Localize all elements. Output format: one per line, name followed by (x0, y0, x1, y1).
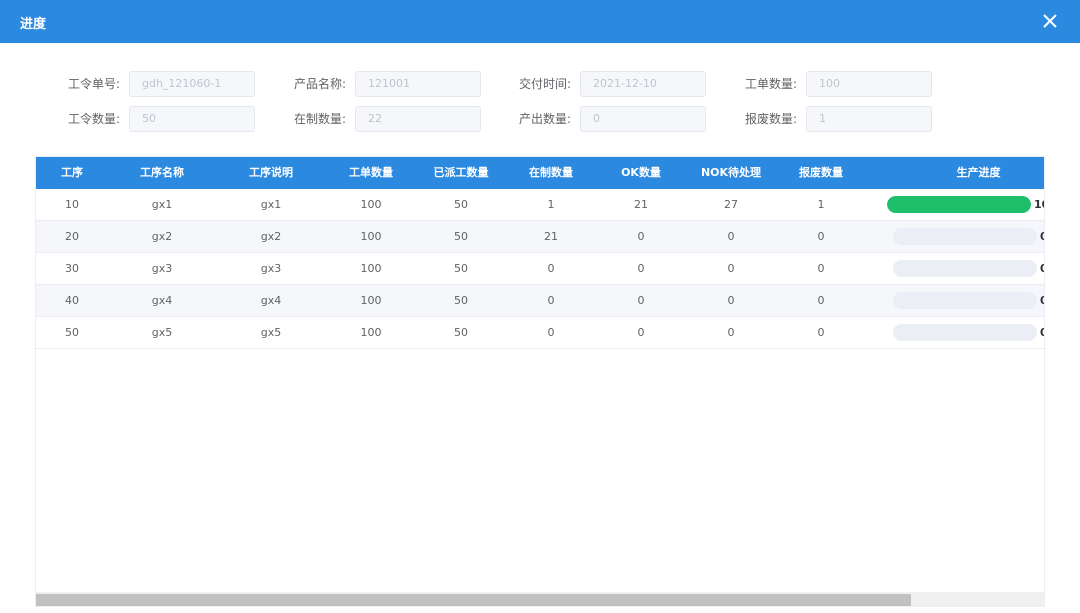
progress-bar (893, 292, 1037, 309)
cell-ok-qty: 0 (637, 294, 645, 307)
column-header-process-name[interactable]: 工序名称 (108, 157, 216, 189)
cell-ticket-qty: 100 (360, 262, 382, 275)
cell-wip-qty: 0 (547, 262, 555, 275)
form-label-order-quantity: 工令数量: (67, 112, 120, 126)
column-header-ticket-qty[interactable]: 工单数量 (326, 157, 416, 189)
cell-wip-qty: 21 (544, 230, 558, 243)
cell-process-desc: gx3 (260, 262, 282, 275)
cell-process: 10 (65, 198, 79, 211)
table-header: 工序 工序名称 工序说明 工单数量 已派工数量 在制数量 OK数量 NOK待处理… (36, 157, 1044, 189)
cell-nok-pending: 0 (727, 230, 735, 243)
column-header-scrap-qty[interactable]: 报废数量 (776, 157, 866, 189)
cell-process-name: gx5 (151, 326, 173, 339)
table-row[interactable]: 50 gx5 gx5 100 50 0 0 0 0 0 (36, 317, 1044, 349)
cell-process-name: gx4 (151, 294, 173, 307)
cell-nok-pending: 27 (724, 198, 738, 211)
form-label-wip-quantity: 在制数量: (293, 112, 346, 126)
scrollbar-thumb[interactable] (36, 594, 911, 606)
progress-bar (893, 260, 1037, 277)
progress-text: 0 (1040, 317, 1044, 349)
column-header-ok-qty[interactable]: OK数量 (596, 157, 686, 189)
cell-process-name: gx2 (151, 230, 173, 243)
form-label-delivery-time: 交付时间: (518, 77, 571, 91)
cell-ticket-qty: 100 (360, 230, 382, 243)
cell-wip-qty: 1 (547, 198, 555, 211)
cell-process-desc: gx1 (260, 198, 282, 211)
cell-scrap-qty: 0 (817, 230, 825, 243)
column-header-nok-pending[interactable]: NOK待处理 (686, 157, 776, 189)
cell-process: 40 (65, 294, 79, 307)
cell-process-name: gx3 (151, 262, 173, 275)
table-row[interactable]: 10 gx1 gx1 100 50 1 21 27 1 10 (36, 189, 1044, 221)
cell-nok-pending: 0 (727, 326, 735, 339)
dialog-title: 进度 (20, 17, 47, 32)
cell-nok-pending: 0 (727, 294, 735, 307)
table-row[interactable]: 40 gx4 gx4 100 50 0 0 0 0 0 (36, 285, 1044, 317)
progress-text: 0 (1040, 221, 1044, 253)
progress-bar (893, 228, 1037, 245)
progress-bar (887, 196, 1031, 213)
cell-process-desc: gx5 (260, 326, 282, 339)
ticket-quantity-input[interactable]: 100 (806, 71, 932, 97)
form-label-output-quantity: 产出数量: (518, 112, 571, 126)
cell-process-name: gx1 (151, 198, 173, 211)
cell-process-desc: gx2 (260, 230, 282, 243)
cell-ticket-qty: 100 (360, 198, 382, 211)
cell-process: 50 (65, 326, 79, 339)
cell-scrap-qty: 1 (817, 198, 825, 211)
cell-ticket-qty: 100 (360, 294, 382, 307)
progress-text: 0 (1040, 253, 1044, 285)
cell-ok-qty: 21 (634, 198, 648, 211)
cell-process: 20 (65, 230, 79, 243)
progress-fill (887, 196, 1031, 213)
table-row[interactable]: 30 gx3 gx3 100 50 0 0 0 0 0 (36, 253, 1044, 285)
dialog-header: 进度 (0, 0, 1080, 43)
cell-process: 30 (65, 262, 79, 275)
cell-process-desc: gx4 (260, 294, 282, 307)
cell-scrap-qty: 0 (817, 294, 825, 307)
table-row[interactable]: 20 gx2 gx2 100 50 21 0 0 0 0 (36, 221, 1044, 253)
form-label-product-name: 产品名称: (293, 77, 346, 91)
cell-wip-qty: 0 (547, 326, 555, 339)
form-label-scrap-quantity: 报废数量: (744, 112, 797, 126)
process-table: 工序 工序名称 工序说明 工单数量 已派工数量 在制数量 OK数量 NOK待处理… (35, 156, 1045, 607)
cell-dispatched-qty: 50 (454, 262, 468, 275)
progress-bar (893, 324, 1037, 341)
cell-ok-qty: 0 (637, 326, 645, 339)
column-header-wip-qty[interactable]: 在制数量 (506, 157, 596, 189)
column-header-progress[interactable]: 生产进度 (866, 157, 1044, 189)
scrap-quantity-input[interactable]: 1 (806, 106, 932, 132)
column-header-process[interactable]: 工序 (36, 157, 108, 189)
close-icon[interactable] (1040, 11, 1060, 31)
column-header-dispatched-qty[interactable]: 已派工数量 (416, 157, 506, 189)
form-label-work-order-no: 工令单号: (67, 77, 120, 91)
cell-ok-qty: 0 (637, 262, 645, 275)
progress-text: 0 (1040, 285, 1044, 317)
progress-text: 10 (1034, 198, 1044, 211)
horizontal-scrollbar[interactable] (36, 592, 1044, 606)
cell-ticket-qty: 100 (360, 326, 382, 339)
cell-ok-qty: 0 (637, 230, 645, 243)
cell-scrap-qty: 0 (817, 326, 825, 339)
cell-nok-pending: 0 (727, 262, 735, 275)
cell-scrap-qty: 0 (817, 262, 825, 275)
cell-dispatched-qty: 50 (454, 294, 468, 307)
cell-dispatched-qty: 50 (454, 230, 468, 243)
cell-dispatched-qty: 50 (454, 198, 468, 211)
cell-dispatched-qty: 50 (454, 326, 468, 339)
column-header-process-desc[interactable]: 工序说明 (216, 157, 326, 189)
form-label-ticket-quantity: 工单数量: (744, 77, 797, 91)
cell-wip-qty: 0 (547, 294, 555, 307)
